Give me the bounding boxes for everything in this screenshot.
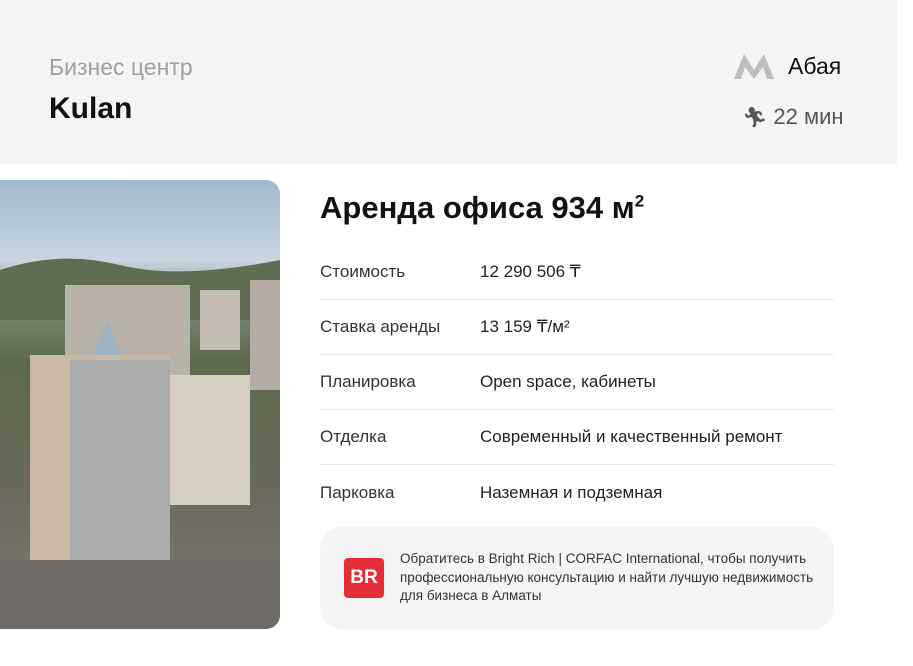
walk-time-text: 22 мин — [773, 104, 844, 129]
building-name: Kulan — [49, 92, 133, 125]
walk-time: 🏃︎ 22 мин — [742, 104, 844, 130]
detail-row-rate: Ставка аренды 13 159 ₸/м² — [320, 300, 834, 355]
detail-label: Планировка — [320, 372, 416, 391]
building-type: Бизнес центр — [49, 54, 193, 80]
building-photo — [0, 180, 280, 629]
metro-station: Абая — [734, 52, 841, 80]
header: Бизнес центр Kulan Абая 🏃︎ 22 мин — [0, 0, 897, 164]
metro-name: Абая — [788, 52, 842, 79]
detail-label: Парковка — [320, 482, 395, 502]
offer-details: Стоимость 12 290 506 ₸ Ставка аренды 13 15… — [320, 245, 834, 520]
detail-row-cost: Стоимость 12 290 506 ₸ — [320, 245, 834, 300]
contact-banner[interactable]: BR Обратитесь в Bright Rich | CORFAC Int… — [320, 527, 834, 629]
detail-label: Ставка аренды — [320, 317, 441, 336]
detail-label: Стоимость — [320, 262, 406, 281]
detail-value: Open space, кабинеты — [480, 372, 656, 391]
contact-text: Обратитесь в Bright Rich | CORFAC Intern… — [400, 551, 814, 604]
detail-value: 12 290 506 ₸ — [480, 262, 581, 281]
detail-value: 13 159 ₸/м² — [480, 317, 570, 336]
brand-logo: BR — [344, 558, 384, 598]
offer-title-text: Аренда офиса 934 м — [320, 190, 635, 225]
detail-value: Наземная и подземная — [480, 482, 663, 502]
offer-title-sup: 2 — [634, 191, 645, 211]
detail-row-layout: Планировка Open space, кабинеты — [320, 355, 834, 410]
detail-row-finish: Отделка Современный и качественный ремонт — [320, 410, 834, 465]
walking-person-icon: 🏃︎ — [742, 106, 768, 129]
detail-row-parking: Парковка Наземная и подземная — [320, 465, 834, 520]
detail-label: Отделка — [320, 427, 387, 446]
detail-value: Современный и качественный ремонт — [480, 427, 783, 446]
metro-icon — [734, 54, 774, 79]
offer-title: Аренда офиса 934 м2 — [320, 190, 644, 226]
